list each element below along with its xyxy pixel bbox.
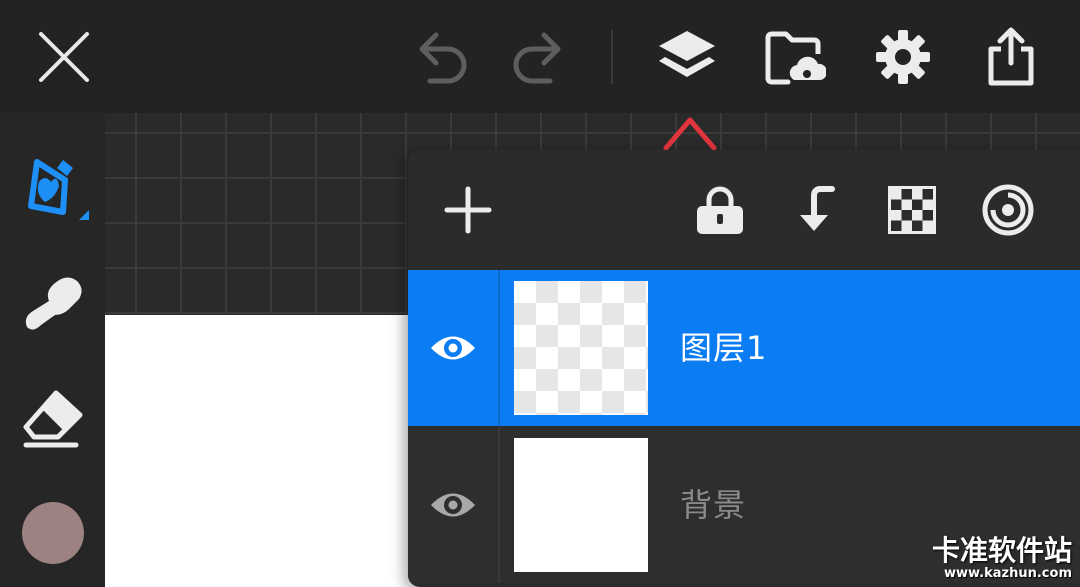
merge-down-icon [800, 186, 835, 231]
canvas-paper[interactable] [105, 315, 425, 587]
layer-thumbnail [514, 438, 648, 572]
smudge-icon [25, 277, 82, 330]
layer-name: 背景 [680, 486, 747, 524]
layer-visibility-toggle[interactable] [408, 427, 498, 583]
top-toolbar [0, 0, 1080, 113]
target-icon [982, 184, 1034, 236]
settings-button[interactable] [866, 0, 940, 113]
merge-down-button[interactable] [776, 150, 856, 270]
eye-icon [431, 493, 475, 517]
layer-visibility-toggle[interactable] [408, 270, 498, 426]
eye-icon [431, 336, 475, 360]
close-icon [39, 31, 89, 82]
tool-rail [0, 113, 105, 587]
watermark-title: 卡准软件站 [931, 534, 1072, 567]
watermark: 卡准软件站 www.kazhun.com [932, 535, 1072, 581]
redo-icon [513, 32, 561, 83]
color-button[interactable] [0, 488, 105, 578]
share-button[interactable] [974, 0, 1048, 113]
gear-icon [876, 29, 930, 84]
eraser-icon [23, 390, 82, 448]
app-window: 图层1 背景 卡准软件站 www.kazhun.com [0, 0, 1080, 587]
row-separator [498, 427, 500, 583]
gallery-button[interactable] [758, 0, 832, 113]
lock-icon [697, 186, 743, 234]
blend-mode-button[interactable] [968, 150, 1048, 270]
share-icon [988, 27, 1034, 85]
plus-icon [444, 186, 492, 234]
undo-icon [419, 32, 467, 83]
lock-layer-button[interactable] [680, 150, 760, 270]
layers-panel-toolbar [408, 150, 1080, 270]
alpha-lock-button[interactable] [872, 150, 952, 270]
undo-button[interactable] [404, 0, 478, 113]
pen-icon [27, 159, 89, 220]
close-button[interactable] [22, 0, 106, 113]
panel-pointer-icon [663, 117, 717, 151]
checkerboard-icon [888, 186, 936, 234]
watermark-url: www.kazhun.com [943, 566, 1072, 581]
layers-icon [659, 30, 715, 77]
layer-thumbnail [514, 281, 648, 415]
redo-button[interactable] [502, 0, 576, 113]
layers-panel: 图层1 背景 [408, 150, 1080, 587]
add-layer-button[interactable] [428, 150, 508, 270]
layer-name: 图层1 [680, 329, 768, 367]
toolbar-divider [611, 30, 613, 84]
brush-tool-button[interactable] [0, 143, 105, 233]
color-swatch [21, 502, 84, 564]
row-separator [498, 270, 500, 426]
smudge-tool-button[interactable] [0, 258, 105, 348]
eraser-tool-button[interactable] [0, 373, 105, 463]
layer-row[interactable]: 图层1 [408, 270, 1080, 426]
layers-button[interactable] [650, 0, 724, 113]
folder-cloud-icon [765, 31, 826, 84]
